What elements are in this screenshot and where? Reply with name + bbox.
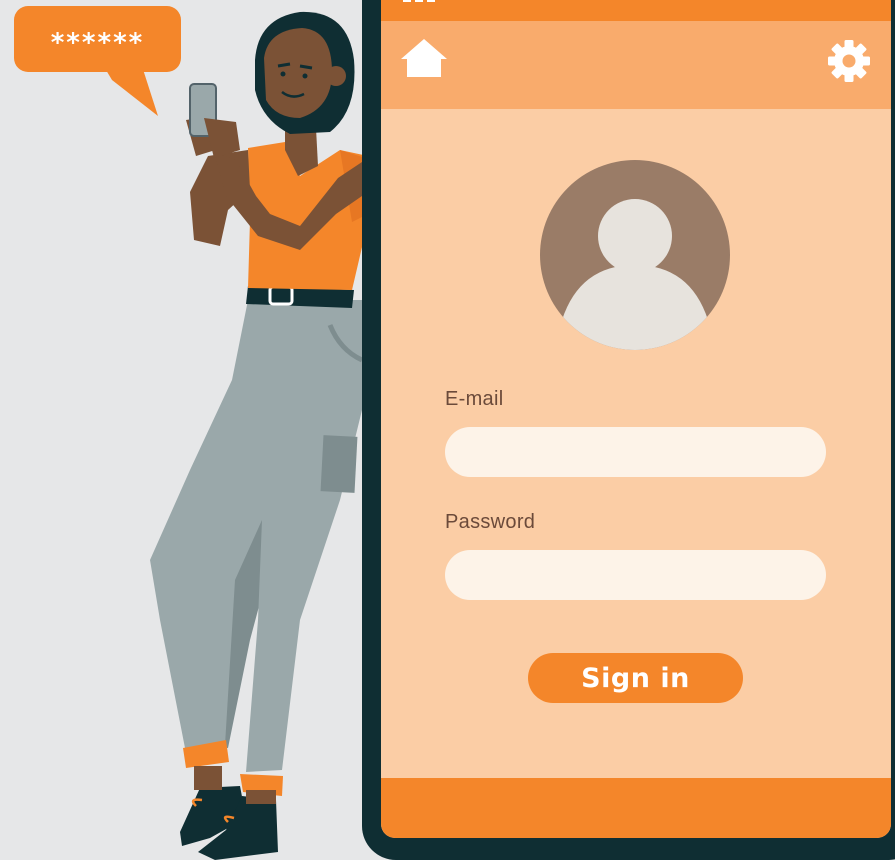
menu-icon[interactable] [835, 0, 865, 2]
avatar-silhouette-icon [562, 199, 708, 350]
login-illustration: ****** E-mail Password Sign in [0, 0, 895, 860]
password-speech-bubble: ****** [14, 6, 181, 72]
app-nav-bar [381, 21, 891, 109]
home-icon[interactable] [401, 39, 447, 79]
status-bar [381, 0, 891, 21]
user-avatar-icon [540, 160, 730, 350]
email-field[interactable] [445, 427, 826, 477]
bottom-bar [381, 778, 891, 838]
phone-screen: E-mail Password Sign in [381, 0, 891, 838]
email-label: E-mail [445, 388, 504, 410]
password-label: Password [445, 511, 536, 533]
password-field[interactable] [445, 550, 826, 600]
gear-icon[interactable] [827, 39, 871, 83]
signal-icon [403, 0, 435, 2]
sign-in-button[interactable]: Sign in [528, 653, 743, 703]
